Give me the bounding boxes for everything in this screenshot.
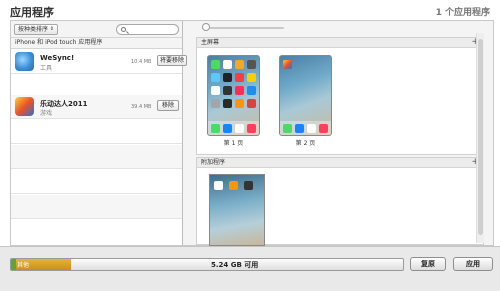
messages-icon bbox=[211, 60, 220, 69]
section-header: iPhone 和 iPod touch 应用程序 bbox=[11, 38, 182, 49]
scrollbar-thumb[interactable] bbox=[478, 39, 483, 235]
app-size: 10.4 MB bbox=[131, 59, 152, 65]
updown-arrows-icon: ⇕ bbox=[49, 26, 54, 32]
game-app-icon bbox=[247, 99, 256, 108]
zoom-slider[interactable] bbox=[204, 27, 284, 29]
calculator-icon bbox=[244, 181, 253, 190]
game-icon bbox=[15, 97, 34, 116]
empty-row bbox=[11, 145, 182, 169]
app-list-pane: 按种类排序 ⇕ iPhone 和 iPod touch 应用程序 WeSync!… bbox=[11, 21, 187, 245]
home-screens-panel: 主屏幕 + bbox=[196, 37, 484, 155]
apply-button[interactable]: 应用 bbox=[453, 257, 493, 271]
search-input[interactable] bbox=[116, 24, 179, 35]
photos-icon bbox=[235, 60, 244, 69]
reminders-icon bbox=[211, 86, 220, 95]
capacity-bar: 其他 5.24 GB 可用 bbox=[10, 258, 404, 271]
page-label: 第 2 页 bbox=[295, 140, 316, 147]
home-screen-pane: 主屏幕 + bbox=[192, 21, 484, 246]
app-row-game[interactable]: 乐动达人2011 游戏 39.4 MB 移除 bbox=[11, 95, 182, 119]
phone-icon bbox=[283, 124, 292, 133]
stocks-icon bbox=[223, 86, 232, 95]
zoom-slider-knob[interactable] bbox=[202, 23, 210, 31]
app-list-toolbar: 按种类排序 ⇕ bbox=[11, 21, 182, 38]
search-icon bbox=[121, 27, 126, 32]
appstore-icon bbox=[247, 86, 256, 95]
itunes-icon bbox=[235, 86, 244, 95]
vertical-scrollbar[interactable] bbox=[476, 33, 484, 243]
weather-icon bbox=[211, 73, 220, 82]
status-bar: 其他 5.24 GB 可用 复原 应用 bbox=[0, 246, 500, 291]
remove-button[interactable]: 移除 bbox=[157, 100, 179, 111]
app-row-wesync[interactable]: WeSync! 工具 10.4 MB 将要移除 bbox=[11, 50, 187, 74]
app-category: 工具 bbox=[40, 65, 53, 72]
safari-icon bbox=[235, 124, 244, 133]
sort-dropdown[interactable]: 按种类排序 ⇕ bbox=[14, 24, 58, 35]
app-name: WeSync! bbox=[40, 54, 75, 62]
wesync-icon bbox=[15, 52, 34, 71]
music-icon bbox=[247, 124, 256, 133]
mail-icon bbox=[223, 124, 232, 133]
utilities-icon bbox=[229, 181, 238, 190]
app-category: 游戏 bbox=[40, 110, 53, 117]
extra-apps-title: 附加程序 bbox=[197, 158, 483, 168]
empty-row bbox=[11, 120, 182, 144]
revert-button[interactable]: 复原 bbox=[410, 257, 446, 271]
settings-icon bbox=[211, 99, 220, 108]
contacts-icon bbox=[214, 181, 223, 190]
page-label: 第 1 页 bbox=[223, 140, 244, 147]
camera-icon bbox=[247, 60, 256, 69]
app-count: 1 个应用程序 bbox=[435, 8, 490, 18]
ibooks-icon bbox=[235, 99, 244, 108]
app-size: 39.4 MB bbox=[131, 104, 152, 110]
sort-label: 按种类排序 bbox=[18, 26, 49, 33]
mail-icon bbox=[295, 124, 304, 133]
page-title: 应用程序 bbox=[10, 6, 54, 19]
free-space-label: 5.24 GB 可用 bbox=[211, 261, 259, 269]
compass-icon bbox=[223, 99, 232, 108]
empty-row bbox=[11, 220, 182, 244]
empty-row bbox=[11, 195, 182, 219]
empty-row bbox=[11, 170, 182, 194]
safari-icon bbox=[307, 124, 316, 133]
capacity-segment-label: 其他 bbox=[17, 262, 30, 269]
home-screens-title: 主屏幕 bbox=[197, 38, 483, 48]
header: 应用程序 1 个应用程序 bbox=[0, 0, 500, 22]
calendar-icon bbox=[223, 60, 232, 69]
will-remove-button[interactable]: 将要移除 bbox=[157, 55, 187, 66]
music-icon bbox=[319, 124, 328, 133]
dock bbox=[280, 121, 331, 135]
videos-icon bbox=[235, 73, 244, 82]
clock-icon bbox=[223, 73, 232, 82]
notes-icon bbox=[247, 73, 256, 82]
extra-apps-page[interactable] bbox=[209, 174, 265, 246]
phone-icon bbox=[211, 124, 220, 133]
dock bbox=[208, 121, 259, 135]
apps-main-panel: 按种类排序 ⇕ iPhone 和 iPod touch 应用程序 WeSync!… bbox=[10, 20, 494, 246]
home-page-1[interactable] bbox=[207, 55, 260, 136]
game-app-icon bbox=[283, 60, 292, 69]
extra-apps-panel: 附加程序 + bbox=[196, 157, 484, 246]
home-page-2[interactable] bbox=[279, 55, 332, 136]
